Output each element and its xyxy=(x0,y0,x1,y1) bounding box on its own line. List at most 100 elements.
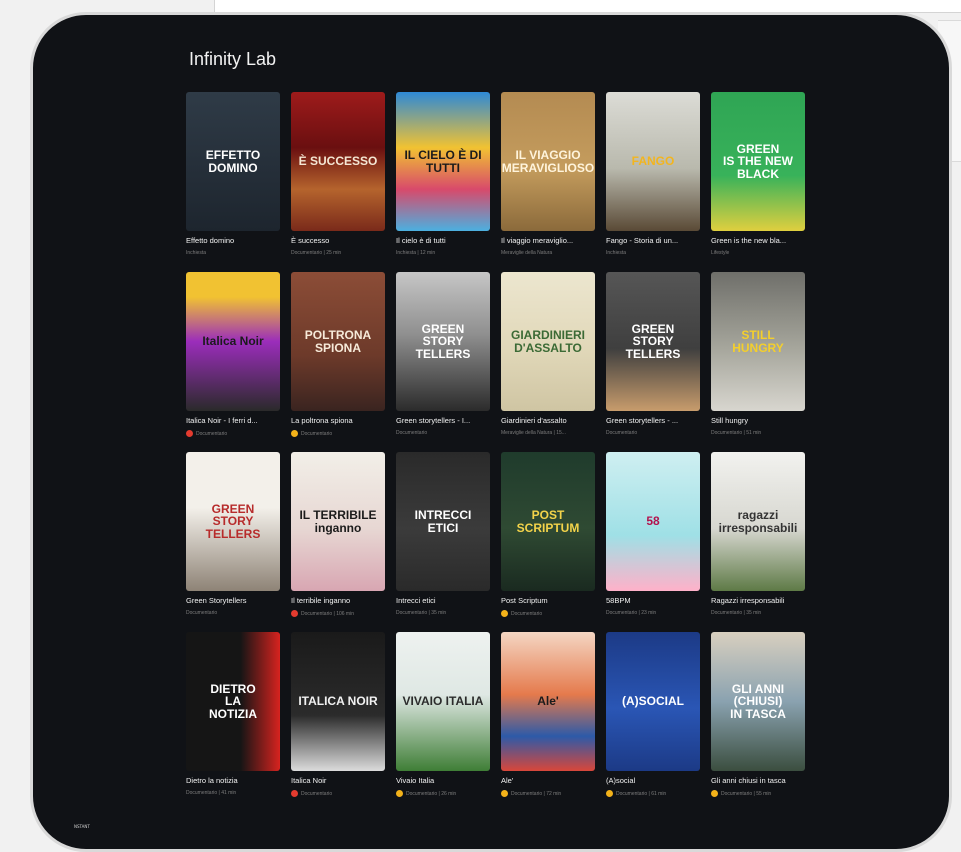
card-meta-text: Documentario xyxy=(196,430,228,437)
content-card[interactable]: GREEN STORY TELLERS Green storytellers - … xyxy=(606,272,700,452)
poster-image[interactable]: GREEN IS THE NEW BLACK xyxy=(711,92,805,231)
card-meta-text: Documentario | 35 min xyxy=(396,610,447,616)
poster-image[interactable]: (A)SOCIAL xyxy=(606,632,700,771)
card-meta: Inchiesta xyxy=(186,250,280,256)
card-meta-text: Lifestyle xyxy=(711,250,730,256)
poster-image[interactable]: EFFETTO DOMINO xyxy=(186,92,280,231)
content-card[interactable]: GREEN STORY TELLERS Green Storytellers Doc… xyxy=(186,452,280,632)
content-card[interactable]: GREEN IS THE NEW BLACK Green is the new b… xyxy=(711,92,805,272)
card-title: Fango - Storia di un... xyxy=(606,236,679,245)
poster-image[interactable]: STILL HUNGRY xyxy=(711,272,805,411)
content-card[interactable]: ITALICA NOIR Italica Noir Documentario xyxy=(291,632,385,812)
poster-image[interactable]: Italica Noir xyxy=(186,272,280,411)
content-grid: EFFETTO DOMINO Effetto domino Inchiesta È S… xyxy=(186,92,805,812)
poster-image[interactable]: DIETRO LA NOTIZIA xyxy=(186,632,280,771)
content-card[interactable]: GREEN STORY TELLERS Green storytellers - … xyxy=(396,272,490,452)
content-card[interactable]: POLTRONA SPIONA La poltrona spiona Documen… xyxy=(291,272,385,452)
card-meta: Documentario xyxy=(186,430,280,437)
page-title: Infinity Lab xyxy=(189,49,277,69)
poster-title-text: GREEN STORY TELLERS xyxy=(625,321,681,361)
content-card[interactable]: STILL HUNGRY Still hungry Documentario | 5… xyxy=(711,272,805,452)
card-title: La poltrona spiona xyxy=(291,416,353,425)
card-meta: Documentario | 41 min xyxy=(186,790,280,796)
poster-image[interactable]: GIARDINIERI D'ASSALTO xyxy=(501,272,595,411)
grid-row: EFFETTO DOMINO Effetto domino Inchiesta È S… xyxy=(186,92,805,272)
card-title: 58BPM xyxy=(606,596,631,605)
poster-title-text: GLI ANNI (CHIUSI) IN TASCA xyxy=(730,681,786,721)
card-meta: Inchiesta xyxy=(606,250,700,256)
card-title: Ale' xyxy=(501,776,514,785)
watermark-text: NSTANT xyxy=(74,824,90,829)
card-meta-text: Documentario xyxy=(396,430,428,436)
content-card[interactable]: IL TERRIBILE inganno Il terribile inganno… xyxy=(291,452,385,632)
poster-title-text: IL CIELO È DI TUTTI xyxy=(404,147,482,175)
card-meta-text: Documentario xyxy=(301,430,333,437)
card-meta: Documentario xyxy=(291,790,385,797)
content-card[interactable]: (A)SOCIAL (A)social Documentario | 61 min xyxy=(606,632,700,812)
card-meta: Documentario xyxy=(396,430,490,436)
poster-title-text: GIARDINIERI D'ASSALTO xyxy=(510,327,585,355)
card-meta-text: Documentario | 61 min xyxy=(616,790,667,797)
poster-image[interactable]: ragazzi irresponsabili xyxy=(711,452,805,591)
content-card[interactable]: Italica Noir Italica Noir - I ferri d... D… xyxy=(186,272,280,452)
poster-image[interactable]: IL VIAGGIO MERAVIGLIOSO xyxy=(501,92,595,231)
card-meta: Documentario | 61 min xyxy=(606,790,700,797)
card-meta-text: Inchiesta xyxy=(186,250,207,256)
poster-image[interactable]: FANGO xyxy=(606,92,700,231)
content-card[interactable]: EFFETTO DOMINO Effetto domino Inchiesta xyxy=(186,92,280,272)
content-card[interactable]: IL CIELO È DI TUTTI Il cielo è di tutti In… xyxy=(396,92,490,272)
card-meta-text: Documentario | 51 min xyxy=(711,430,762,436)
card-meta-text: Documentario | 106 min xyxy=(301,610,354,617)
content-card[interactable]: 58 58BPM Documentario | 23 min xyxy=(606,452,700,632)
poster-image[interactable]: IL CIELO È DI TUTTI xyxy=(396,92,490,231)
poster-image[interactable]: GREEN STORY TELLERS xyxy=(186,452,280,591)
card-title: Dietro la notizia xyxy=(186,776,238,785)
card-title: Italica Noir - I ferri d... xyxy=(186,416,258,425)
poster-image[interactable]: GREEN STORY TELLERS xyxy=(396,272,490,411)
card-meta-text: Documentario | 35 min xyxy=(711,610,762,616)
poster-title-text: IL TERRIBILE inganno xyxy=(299,507,377,535)
content-card[interactable]: IL VIAGGIO MERAVIGLIOSO Il viaggio meravi… xyxy=(501,92,595,272)
poster-image[interactable]: È SUCCESSO xyxy=(291,92,385,231)
content-card[interactable]: Ale' Ale' Documentario | 72 min xyxy=(501,632,595,812)
card-title: Still hungry xyxy=(711,416,749,425)
card-meta-text: Documentario xyxy=(511,610,543,617)
card-title: Post Scriptum xyxy=(501,596,548,605)
card-meta: Meraviglie della Natura | 15... xyxy=(501,430,595,436)
card-title: Il viaggio meraviglio... xyxy=(501,236,574,245)
card-title: Green Storytellers xyxy=(186,596,247,605)
poster-image[interactable]: POST SCRIPTUM xyxy=(501,452,595,591)
poster-image[interactable]: IL TERRIBILE inganno xyxy=(291,452,385,591)
content-card[interactable]: FANGO Fango - Storia di un... Inchiesta xyxy=(606,92,700,272)
poster-image[interactable]: GREEN STORY TELLERS xyxy=(606,272,700,411)
poster-image[interactable]: INTRECCI ETICI xyxy=(396,452,490,591)
grid-row: DIETRO LA NOTIZIA Dietro la notizia Docume… xyxy=(186,632,805,812)
content-card[interactable]: GIARDINIERI D'ASSALTO Giardinieri d'assal… xyxy=(501,272,595,452)
card-meta-text: Documentario xyxy=(301,790,333,797)
card-meta-text: Documentario xyxy=(186,610,218,616)
poster-image[interactable]: GLI ANNI (CHIUSI) IN TASCA xyxy=(711,632,805,771)
content-card[interactable]: ragazzi irresponsabili Ragazzi irresponsa… xyxy=(711,452,805,632)
content-card[interactable]: INTRECCI ETICI Intrecci etici Documentario… xyxy=(396,452,490,632)
poster-image[interactable]: VIVAIO ITALIA xyxy=(396,632,490,771)
card-meta: Documentario xyxy=(501,610,595,617)
card-meta: Documentario | 25 min xyxy=(291,250,385,256)
poster-image[interactable]: 58 xyxy=(606,452,700,591)
status-dot-icon xyxy=(396,790,403,797)
content-card[interactable]: DIETRO LA NOTIZIA Dietro la notizia Docume… xyxy=(186,632,280,812)
card-meta: Documentario | 35 min xyxy=(396,610,490,616)
poster-title-text: GREEN STORY TELLERS xyxy=(205,501,261,541)
card-title: È successo xyxy=(291,236,330,245)
poster-image[interactable]: Ale' xyxy=(501,632,595,771)
card-meta-text: Documentario xyxy=(606,430,638,436)
poster-image[interactable]: ITALICA NOIR xyxy=(291,632,385,771)
content-card[interactable]: VIVAIO ITALIA Vivaio Italia Documentario |… xyxy=(396,632,490,812)
content-card[interactable]: È SUCCESSO È successo Documentario | 25 mi… xyxy=(291,92,385,272)
poster-title-text: VIVAIO ITALIA xyxy=(402,694,484,709)
content-card[interactable]: GLI ANNI (CHIUSI) IN TASCA Gli anni chius… xyxy=(711,632,805,812)
card-title: Green storytellers - ... xyxy=(606,416,679,425)
card-title: Intrecci etici xyxy=(396,596,436,605)
content-card[interactable]: POST SCRIPTUM Post Scriptum Documentario xyxy=(501,452,595,632)
poster-image[interactable]: POLTRONA SPIONA xyxy=(291,272,385,411)
card-meta-text: Meraviglie della Natura | 15... xyxy=(501,430,566,436)
